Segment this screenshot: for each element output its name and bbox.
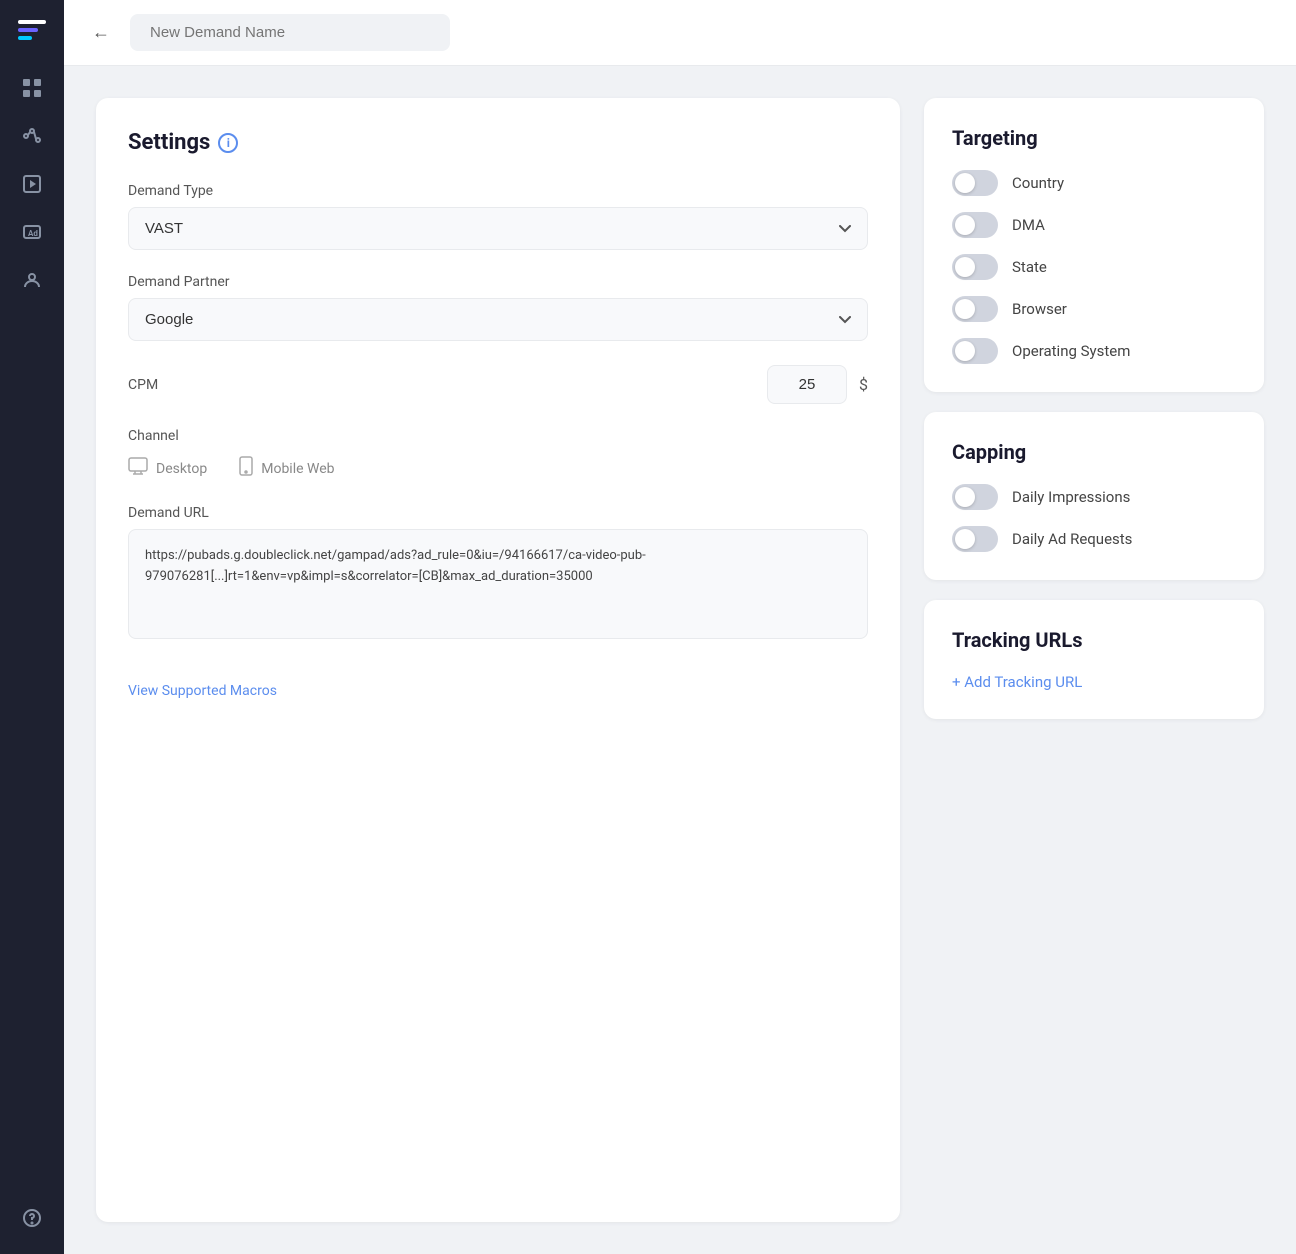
demand-partner-group: Demand Partner Google Amazon Rubicon [128,274,868,341]
channel-desktop-label: Desktop [156,461,207,477]
daily-impressions-toggle[interactable] [952,484,998,510]
svg-text:Ad: Ad [28,229,38,238]
macros-link[interactable]: View Supported Macros [128,683,277,699]
demand-name-input[interactable] [130,14,450,51]
add-tracking-url-link[interactable]: + Add Tracking URL [952,673,1082,691]
tracking-title: Tracking URLs [952,628,1236,652]
demand-type-group: Demand Type VAST VPAID Direct [128,183,868,250]
targeting-item-browser: Browser [952,296,1236,322]
targeting-item-country: Country [952,170,1236,196]
user-icon[interactable] [12,260,52,300]
targeting-card: Targeting Country DMA State Browser [924,98,1264,392]
demand-type-label: Demand Type [128,183,868,199]
capping-item-impressions: Daily Impressions [952,484,1236,510]
demand-url-input[interactable]: https://pubads.g.doubleclick.net/gampad/… [128,529,868,639]
daily-ad-requests-label: Daily Ad Requests [1012,530,1132,548]
country-toggle[interactable] [952,170,998,196]
channel-mobile-label: Mobile Web [261,461,334,477]
content-area: Settings i Demand Type VAST VPAID Direct… [64,66,1296,1254]
capping-item-requests: Daily Ad Requests [952,526,1236,552]
page-header: ← [64,0,1296,66]
tracking-card: Tracking URLs + Add Tracking URL [924,600,1264,719]
demand-partner-select[interactable]: Google Amazon Rubicon [128,298,868,341]
dma-label: DMA [1012,216,1045,234]
channel-desktop[interactable]: Desktop [128,456,207,481]
os-label: Operating System [1012,342,1130,360]
right-panel: Targeting Country DMA State Browser [924,98,1264,1222]
daily-impressions-label: Daily Impressions [1012,488,1130,506]
demand-partner-label: Demand Partner [128,274,868,290]
logo-bar-2 [18,28,38,32]
capping-title: Capping [952,440,1236,464]
daily-ad-requests-toggle[interactable] [952,526,998,552]
targeting-item-dma: DMA [952,212,1236,238]
cpm-input[interactable] [767,365,847,404]
cpm-row: CPM $ [128,365,868,404]
dma-toggle[interactable] [952,212,998,238]
capping-card: Capping Daily Impressions Daily Ad Reque… [924,412,1264,580]
settings-title: Settings i [128,130,868,155]
settings-title-text: Settings [128,130,210,155]
demand-url-group: Demand URL https://pubads.g.doubleclick.… [128,505,868,643]
channel-mobile[interactable]: Mobile Web [239,456,334,481]
demand-type-select[interactable]: VAST VPAID Direct [128,207,868,250]
settings-panel: Settings i Demand Type VAST VPAID Direct… [96,98,900,1222]
main-area: ← Settings i Demand Type VAST VPAID Dire… [64,0,1296,1254]
targeting-item-os: Operating System [952,338,1236,364]
play-icon[interactable] [12,164,52,204]
browser-label: Browser [1012,300,1067,318]
state-toggle[interactable] [952,254,998,280]
logo-bar-3 [18,36,32,40]
country-label: Country [1012,174,1064,192]
demand-url-label: Demand URL [128,505,868,521]
state-label: State [1012,258,1047,276]
os-toggle[interactable] [952,338,998,364]
mobile-icon [239,456,253,481]
channel-group: Channel Desktop [128,428,868,481]
graph-icon[interactable] [12,116,52,156]
app-logo [14,16,50,52]
help-icon[interactable] [12,1198,52,1238]
targeting-item-state: State [952,254,1236,280]
channel-options: Desktop Mobile Web [128,456,868,481]
back-button[interactable]: ← [88,18,114,47]
targeting-title: Targeting [952,126,1236,150]
info-icon[interactable]: i [218,133,238,153]
browser-toggle[interactable] [952,296,998,322]
logo-bar-1 [18,20,46,24]
channel-label: Channel [128,428,868,444]
desktop-icon [128,457,148,480]
sidebar: Ad [0,0,64,1254]
cpm-label: CPM [128,377,755,393]
cpm-currency: $ [859,375,868,394]
dashboard-icon[interactable] [12,68,52,108]
ad-icon[interactable]: Ad [12,212,52,252]
